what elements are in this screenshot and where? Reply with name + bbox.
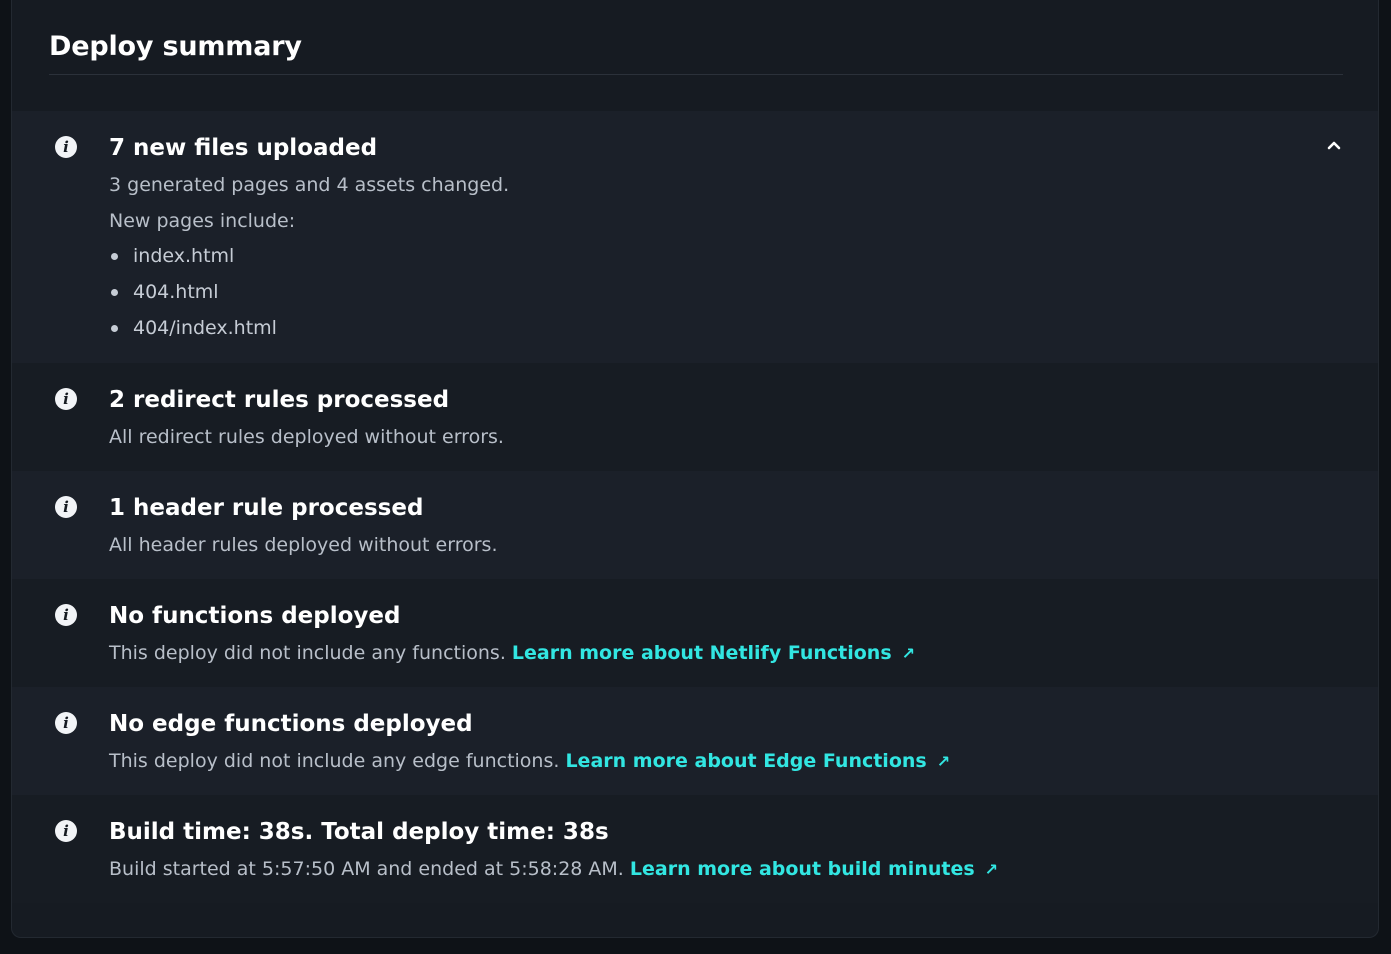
- summary-item-description: Build started at 5:57:50 AM and ended at…: [109, 858, 624, 880]
- summary-item-edge-functions: i No edge functions deployed This deploy…: [12, 687, 1378, 795]
- summary-item-description: All header rules deployed without errors…: [109, 534, 498, 556]
- summary-item-files-uploaded: i 7 new files uploaded 3 generated pages…: [12, 111, 1378, 363]
- summary-item-description-line: Build started at 5:57:50 AM and ended at…: [109, 856, 998, 883]
- summary-item-description: This deploy did not include any edge fun…: [109, 750, 560, 772]
- summary-item-title: Build time: 38s. Total deploy time: 38s: [109, 819, 609, 845]
- info-icon: i: [55, 712, 77, 734]
- summary-item-title: 7 new files uploaded: [109, 135, 378, 161]
- info-icon: i: [55, 820, 77, 842]
- summary-item-header-rules: i 1 header rule processed All header rul…: [12, 471, 1378, 579]
- new-pages-list: index.html 404.html 404/index.html: [109, 238, 277, 346]
- card-header: Deploy summary: [49, 0, 1343, 75]
- deploy-summary-card: Deploy summary i 7 new files uploaded 3 …: [11, 0, 1379, 938]
- summary-item-title: 2 redirect rules processed: [109, 387, 450, 413]
- chevron-up-icon[interactable]: [1324, 135, 1344, 155]
- summary-item-description: All redirect rules deployed without erro…: [109, 426, 504, 448]
- info-icon: i: [55, 604, 77, 626]
- list-item: index.html: [109, 238, 277, 274]
- card-title: Deploy summary: [49, 31, 302, 62]
- link-label: Learn more about Edge Functions: [565, 750, 927, 772]
- external-link-icon: ↗: [936, 752, 951, 771]
- summary-item-description: 3 generated pages and 4 assets changed.: [109, 174, 510, 196]
- link-label: Learn more about Netlify Functions: [511, 642, 892, 664]
- info-icon: i: [55, 388, 77, 410]
- list-item: 404.html: [109, 274, 277, 310]
- build-minutes-link[interactable]: Learn more about build minutes ↗: [630, 858, 998, 880]
- list-item: 404/index.html: [109, 310, 277, 346]
- summary-item-redirect-rules: i 2 redirect rules processed All redirec…: [12, 363, 1378, 471]
- external-link-icon: ↗: [984, 860, 999, 879]
- summary-item-description-line: This deploy did not include any edge fun…: [109, 748, 950, 775]
- summary-item-functions: i No functions deployed This deploy did …: [12, 579, 1378, 687]
- summary-item-build-time: i Build time: 38s. Total deploy time: 38…: [12, 795, 1378, 903]
- link-label: Learn more about build minutes: [629, 858, 975, 880]
- info-icon: i: [55, 496, 77, 518]
- info-icon: i: [55, 136, 77, 158]
- summary-item-description-line: This deploy did not include any function…: [109, 640, 915, 667]
- summary-item-title: No functions deployed: [109, 603, 401, 629]
- netlify-functions-link[interactable]: Learn more about Netlify Functions ↗: [512, 642, 915, 664]
- external-link-icon: ↗: [901, 644, 916, 663]
- edge-functions-link[interactable]: Learn more about Edge Functions ↗: [565, 750, 950, 772]
- summary-item-title: 1 header rule processed: [109, 495, 424, 521]
- summary-item-description: This deploy did not include any function…: [109, 642, 506, 664]
- new-pages-heading: New pages include:: [109, 210, 296, 232]
- summary-item-title: No edge functions deployed: [109, 711, 473, 737]
